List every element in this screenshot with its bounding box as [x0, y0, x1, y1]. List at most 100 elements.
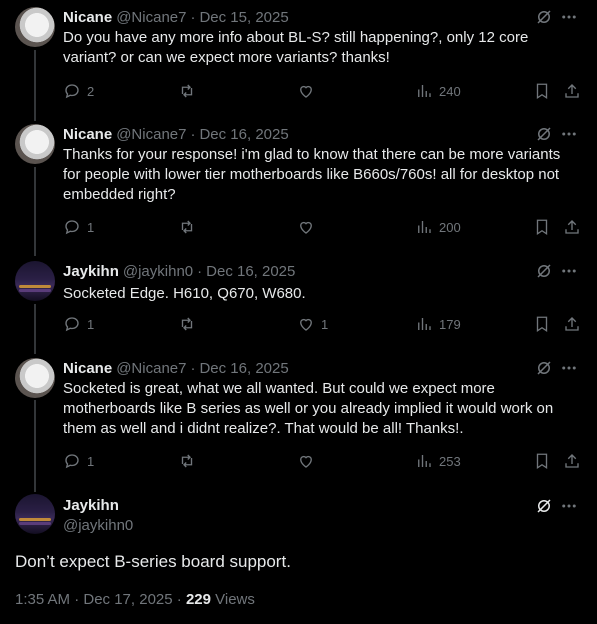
- timestamp[interactable]: 1:35 AM · Dec 17, 2025 ·: [15, 591, 186, 608]
- bookmark-icon: [536, 453, 548, 470]
- share-button[interactable]: [563, 82, 581, 100]
- author-handle[interactable]: @jaykihn0: [123, 263, 193, 280]
- views-button[interactable]: 253: [415, 452, 461, 470]
- repost-icon: [181, 317, 193, 331]
- bookmark-button[interactable]: [533, 315, 551, 333]
- author-name[interactable]: Jaykihn: [63, 263, 119, 280]
- more-icon[interactable]: [559, 8, 579, 26]
- grok-icon[interactable]: [535, 8, 553, 26]
- like-icon: [300, 318, 312, 331]
- share-icon: [565, 317, 579, 331]
- author-name[interactable]: Jaykihn: [63, 497, 119, 514]
- avatar[interactable]: [15, 494, 55, 534]
- views-icon: [418, 318, 431, 330]
- more-icon[interactable]: [559, 497, 579, 515]
- like-icon: [300, 85, 312, 98]
- like-button[interactable]: [297, 82, 315, 100]
- bookmark-button[interactable]: [533, 82, 551, 100]
- repost-icon: [181, 84, 193, 98]
- tweet-text: Socketed Edge. H610, Q670, W680.: [63, 285, 306, 302]
- separator-dot: ·: [190, 125, 196, 143]
- main-tweet-text: Don’t expect B-series board support.: [15, 552, 291, 571]
- bookmark-button[interactable]: [533, 452, 551, 470]
- grok-icon[interactable]: [535, 262, 553, 280]
- reply-button[interactable]: 1: [63, 315, 94, 333]
- thread-line: [34, 400, 36, 492]
- like-count: 1: [321, 316, 329, 332]
- tweet-text: Thanks for your response! i'm glad to kn…: [63, 146, 561, 203]
- reply-button[interactable]: 2: [63, 82, 94, 100]
- views-icon: [418, 221, 431, 233]
- reply-button[interactable]: 1: [63, 218, 94, 236]
- reply-icon: [65, 317, 79, 332]
- action-bar: 1 200: [63, 218, 583, 238]
- author-name[interactable]: Nicane: [63, 9, 112, 26]
- reply-icon: [65, 220, 79, 235]
- more-icon[interactable]: [559, 359, 579, 377]
- like-icon: [300, 221, 312, 234]
- tweet-meta: 1:35 AM · Dec 17, 2025 · 229 Views: [15, 591, 255, 608]
- repost-button[interactable]: [178, 315, 196, 333]
- share-button[interactable]: [563, 315, 581, 333]
- author-name[interactable]: Nicane: [63, 126, 112, 143]
- like-button[interactable]: [297, 452, 315, 470]
- bookmark-icon: [536, 83, 548, 100]
- separator-dot: ·: [197, 262, 203, 280]
- grok-icon[interactable]: [535, 359, 553, 377]
- repost-button[interactable]: [178, 218, 196, 236]
- views-count: 240: [439, 83, 461, 99]
- thread-line: [34, 50, 36, 121]
- tweet-date[interactable]: Dec 16, 2025: [199, 360, 288, 377]
- tweet-date[interactable]: Dec 16, 2025: [206, 263, 295, 280]
- reply-icon: [65, 84, 79, 99]
- share-button[interactable]: [563, 218, 581, 236]
- author-handle[interactable]: @jaykihn0: [63, 517, 133, 534]
- reply-count: 2: [87, 83, 95, 99]
- share-icon: [565, 220, 579, 234]
- bookmark-icon: [536, 219, 548, 236]
- bookmark-icon: [536, 316, 548, 333]
- share-icon: [565, 454, 579, 468]
- action-bar: 1 1 179: [63, 315, 583, 335]
- share-button[interactable]: [563, 452, 581, 470]
- avatar[interactable]: [15, 358, 55, 398]
- repost-button[interactable]: [178, 82, 196, 100]
- reply-button[interactable]: 1: [63, 452, 94, 470]
- separator-dot: ·: [190, 8, 196, 26]
- action-bar: 2 240: [63, 82, 583, 102]
- bookmark-button[interactable]: [533, 218, 551, 236]
- views-icon: [418, 85, 431, 97]
- tweet-text: Do you have any more info about BL-S? st…: [63, 29, 529, 66]
- repost-button[interactable]: [178, 452, 196, 470]
- author-handle[interactable]: @Nicane7: [116, 126, 186, 143]
- grok-icon[interactable]: [535, 497, 553, 515]
- views-button[interactable]: 200: [415, 218, 461, 236]
- views-icon: [418, 455, 431, 467]
- avatar[interactable]: [15, 261, 55, 301]
- tweet-date[interactable]: Dec 16, 2025: [199, 126, 288, 143]
- reply-icon: [65, 454, 79, 469]
- views-count: 200: [439, 219, 461, 235]
- tweet-text: Socketed is great, what we all wanted. B…: [63, 380, 554, 437]
- views-count: 229: [185, 591, 211, 608]
- thread-line: [34, 167, 36, 256]
- author-handle[interactable]: @Nicane7: [116, 9, 186, 26]
- views-button[interactable]: 240: [415, 82, 461, 100]
- avatar[interactable]: [15, 124, 55, 164]
- author-handle[interactable]: @Nicane7: [116, 360, 186, 377]
- share-icon: [565, 84, 579, 98]
- reply-count: 1: [87, 453, 95, 469]
- more-icon[interactable]: [559, 125, 579, 143]
- more-icon[interactable]: [559, 262, 579, 280]
- tweet-date[interactable]: Dec 15, 2025: [199, 9, 288, 26]
- like-button[interactable]: [297, 218, 315, 236]
- repost-icon: [181, 454, 193, 468]
- reply-count: 1: [87, 316, 95, 332]
- views-button[interactable]: 179: [415, 315, 461, 333]
- like-button[interactable]: 1: [297, 315, 328, 333]
- separator-dot: ·: [190, 359, 196, 377]
- avatar[interactable]: [15, 7, 55, 47]
- repost-icon: [181, 220, 193, 234]
- grok-icon[interactable]: [535, 125, 553, 143]
- author-name[interactable]: Nicane: [63, 360, 112, 377]
